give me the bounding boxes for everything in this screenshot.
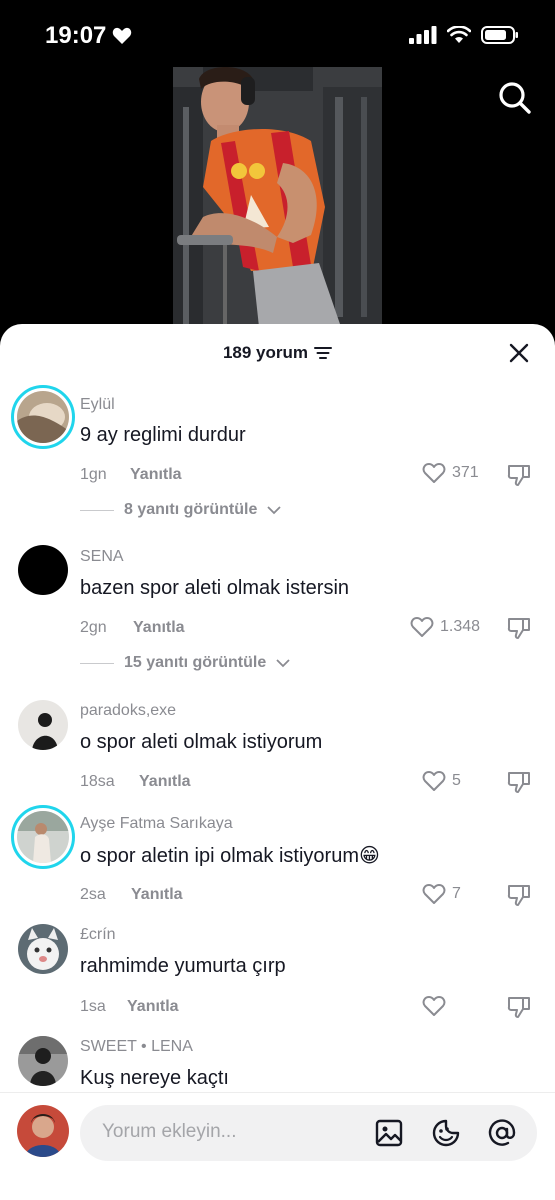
reply-button[interactable]: Yanıtla: [139, 773, 191, 791]
reply-button[interactable]: Yanıtla: [133, 619, 185, 637]
avatar[interactable]: [11, 805, 75, 869]
video-frame: [173, 67, 382, 327]
like-count: 1.348: [440, 618, 481, 635]
signal-icon: [409, 26, 437, 44]
battery-icon: [481, 26, 518, 44]
comment-meta: 1gn Yanıtla: [80, 466, 182, 484]
dislike-icon[interactable]: [506, 882, 532, 908]
like-button[interactable]: 7: [422, 883, 461, 905]
like-button[interactable]: [422, 995, 452, 1017]
comment-time: 2gn: [80, 619, 107, 636]
emoji-icon[interactable]: [431, 1118, 461, 1148]
comment-meta: 2sa Yanıtla: [80, 886, 183, 904]
comment-time: 18sa: [80, 773, 115, 790]
comment-meta: 1sa Yanıtla: [80, 998, 179, 1016]
avatar[interactable]: [11, 385, 75, 449]
reply-button[interactable]: Yanıtla: [131, 886, 183, 904]
comment-time: 1gn: [80, 466, 107, 483]
view-replies-label: 8 yanıtı görüntüle: [124, 501, 258, 518]
sheet-header: 189 yorum: [0, 324, 555, 382]
status-time-label: 19:07: [45, 22, 107, 49]
comment-text: rahmimde yumurta çırp: [80, 955, 286, 977]
avatar[interactable]: [18, 700, 68, 750]
dislike-icon[interactable]: [506, 769, 532, 795]
status-time: 19:07: [45, 22, 132, 50]
view-replies-label: 15 yanıtı görüntüle: [124, 654, 267, 671]
like-button[interactable]: 1.348: [410, 616, 480, 638]
avatar[interactable]: [18, 924, 68, 974]
comment-time: 1sa: [80, 998, 106, 1015]
video-preview[interactable]: [173, 67, 382, 327]
status-icons: [409, 26, 519, 44]
like-count: 5: [452, 772, 461, 789]
heart-icon: [113, 27, 132, 44]
comment-time: 2sa: [80, 886, 106, 903]
heart-outline-icon: [410, 617, 434, 637]
comment-meta: 2gn Yanıtla: [80, 619, 185, 637]
heart-outline-icon: [422, 771, 446, 791]
dislike-icon[interactable]: [506, 462, 532, 488]
dislike-icon[interactable]: [506, 994, 532, 1020]
comment-text: 9 ay reglimi durdur: [80, 424, 246, 446]
like-count: 371: [452, 464, 479, 481]
reply-button[interactable]: Yanıtla: [130, 466, 182, 484]
comment-username[interactable]: paradoks,exe: [80, 702, 176, 720]
avatar[interactable]: [17, 1105, 69, 1157]
comment-input-placeholder: Yorum ekleyin...: [102, 1121, 237, 1142]
comment-username[interactable]: SWEET • LENA: [80, 1038, 193, 1056]
like-count: 7: [452, 885, 461, 902]
status-bar: 19:07: [0, 0, 555, 70]
heart-outline-icon: [422, 463, 446, 483]
chevron-down-icon: [267, 505, 281, 514]
comment-text: o spor aleti olmak istiyorum: [80, 731, 323, 753]
comments-sheet: 189 yorum Eylül 9 ay reglimi durdur 1gn …: [0, 324, 555, 1200]
view-replies-button[interactable]: 8 yanıtı görüntüle: [80, 501, 281, 519]
comment-input-bar: Yorum ekleyin...: [0, 1092, 555, 1200]
avatar[interactable]: [18, 545, 68, 595]
reply-button[interactable]: Yanıtla: [127, 998, 179, 1016]
comment-username[interactable]: Ayşe Fatma Sarıkaya: [80, 815, 233, 833]
comment-count-label: 189 yorum: [222, 343, 309, 362]
like-button[interactable]: 371: [422, 462, 479, 484]
comment-username[interactable]: Eylül: [80, 396, 115, 414]
chevron-down-icon: [276, 658, 290, 667]
comment-text: bazen spor aleti olmak istersin: [80, 577, 350, 599]
comment-meta: 18sa Yanıtla: [80, 773, 191, 791]
comment-count[interactable]: 189 yorum: [222, 343, 333, 363]
sort-icon[interactable]: [314, 346, 333, 360]
view-replies-button[interactable]: 15 yanıtı görüntüle: [80, 654, 290, 672]
image-icon[interactable]: [374, 1118, 404, 1148]
avatar[interactable]: [18, 1036, 68, 1086]
dislike-icon[interactable]: [506, 615, 532, 641]
close-icon[interactable]: [509, 343, 529, 363]
mention-icon[interactable]: [487, 1118, 517, 1148]
comment-input[interactable]: Yorum ekleyin...: [80, 1105, 537, 1161]
heart-outline-icon: [422, 884, 446, 904]
comment-text: o spor aletin ipi olmak istiyorum😁: [80, 845, 380, 867]
search-icon[interactable]: [497, 80, 533, 116]
comment-username[interactable]: £crín: [80, 926, 116, 944]
like-button[interactable]: 5: [422, 770, 461, 792]
comment-username[interactable]: SENA: [80, 548, 124, 566]
heart-outline-icon: [422, 996, 446, 1016]
wifi-icon: [447, 26, 471, 43]
comment-text: Kuş nereye kaçtı: [80, 1067, 229, 1089]
